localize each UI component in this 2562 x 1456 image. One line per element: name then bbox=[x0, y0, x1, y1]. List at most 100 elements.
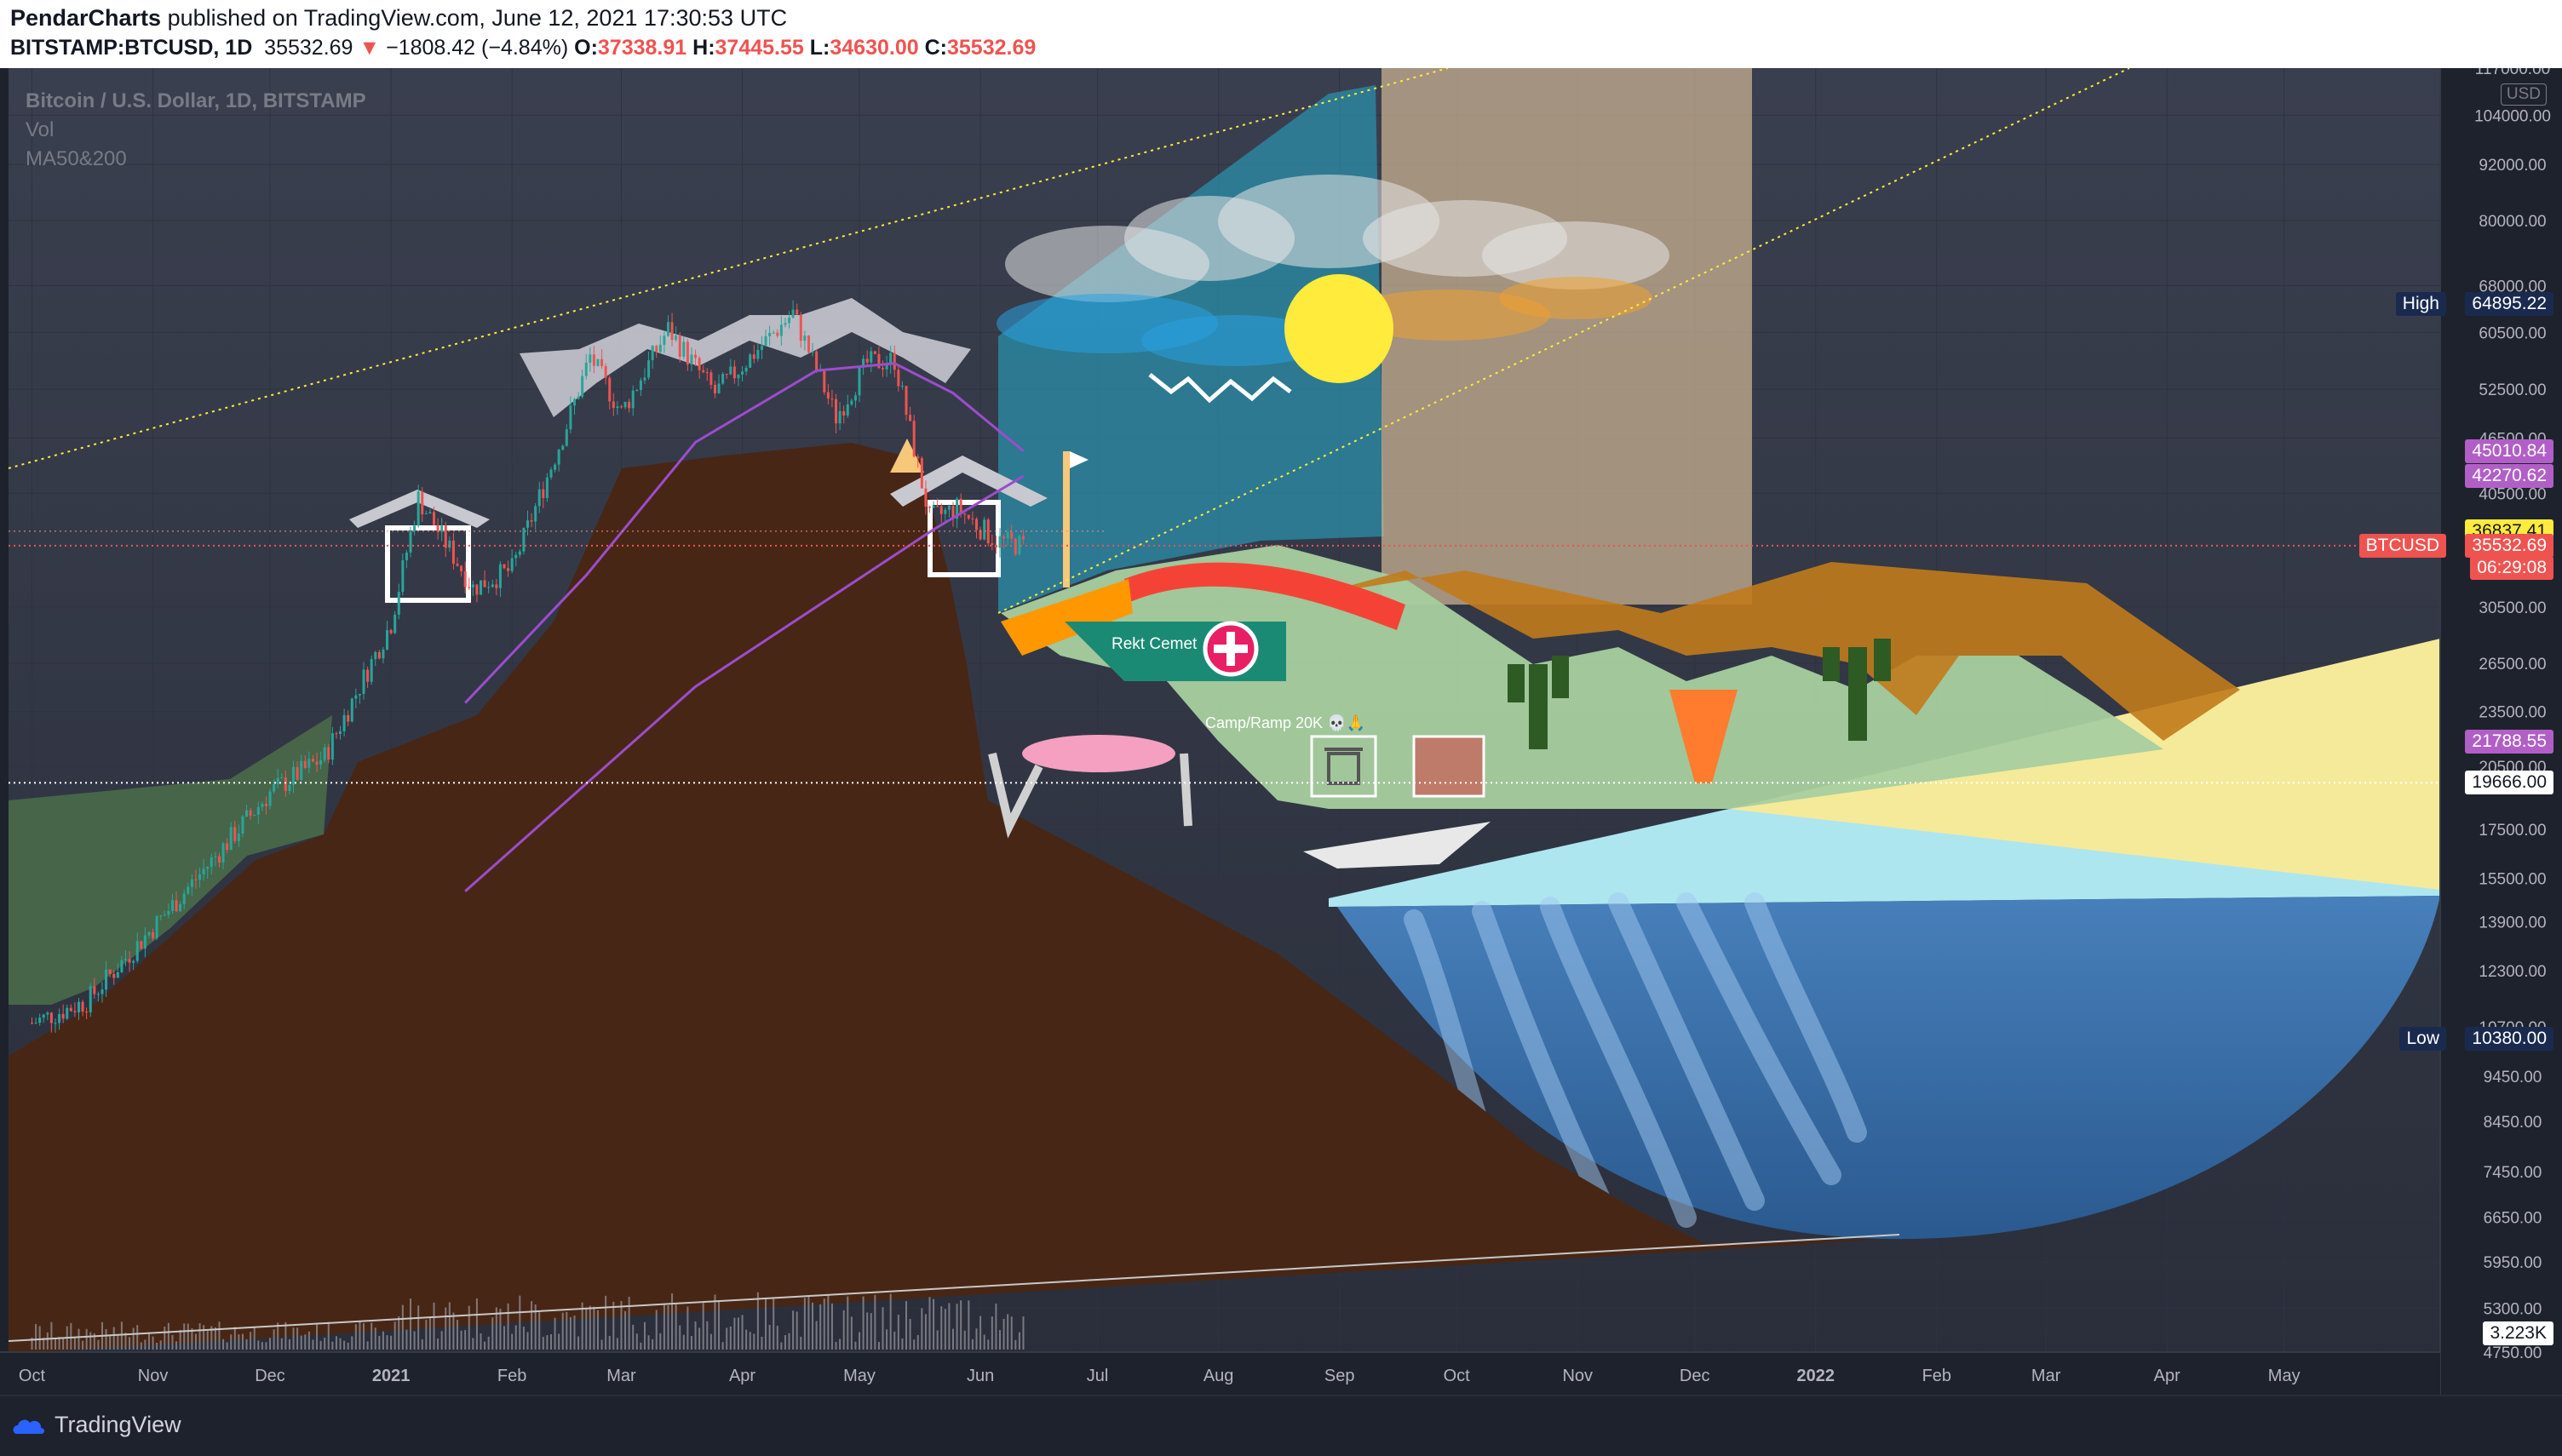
volume-bar bbox=[784, 1335, 786, 1350]
candle-body bbox=[221, 843, 225, 863]
candle-body bbox=[678, 335, 681, 357]
candle-body bbox=[725, 374, 728, 375]
volume-bar bbox=[238, 1334, 240, 1350]
candle-body bbox=[416, 491, 420, 526]
candle-body bbox=[101, 989, 104, 995]
volume-bar bbox=[167, 1322, 169, 1350]
candle-body bbox=[187, 886, 190, 894]
volume-bar bbox=[487, 1336, 490, 1350]
volume-bar bbox=[850, 1316, 853, 1350]
candle-body bbox=[424, 513, 428, 515]
candle-body bbox=[713, 384, 716, 393]
volume-bar bbox=[401, 1304, 404, 1350]
candle-body bbox=[175, 900, 178, 912]
candle-body bbox=[764, 335, 767, 347]
candle-body bbox=[475, 584, 479, 595]
price-tag-label-low: Low bbox=[2399, 1027, 2446, 1052]
volume-bar bbox=[979, 1316, 982, 1350]
candle-body bbox=[815, 351, 819, 371]
volume-bar bbox=[624, 1310, 627, 1350]
volume-bar bbox=[686, 1306, 689, 1350]
candle-body bbox=[96, 994, 100, 995]
volume-bar bbox=[265, 1342, 267, 1350]
candle-body bbox=[530, 520, 533, 522]
volume-bar bbox=[519, 1295, 521, 1350]
volume-bar bbox=[905, 1301, 908, 1350]
volume-bar bbox=[647, 1335, 650, 1350]
footer-brand: TradingView bbox=[55, 1412, 181, 1437]
candle-body bbox=[120, 960, 124, 972]
candle-body bbox=[796, 309, 799, 315]
volume-bar bbox=[522, 1327, 525, 1350]
volume-bar bbox=[511, 1333, 514, 1350]
legend-title[interactable]: Bitcoin / U.S. Dollar, 1D, BITSTAMP bbox=[26, 87, 366, 116]
volume-bar bbox=[549, 1334, 552, 1350]
candle-body bbox=[237, 834, 240, 841]
volume-bar bbox=[351, 1336, 353, 1350]
volume-bar bbox=[830, 1303, 833, 1350]
volume-bar bbox=[714, 1294, 716, 1350]
candle-body bbox=[198, 874, 202, 880]
legend-ma[interactable]: MA50&200 bbox=[26, 145, 366, 174]
volume-bar bbox=[319, 1340, 322, 1350]
y-tick-label: 104000.00 bbox=[2474, 107, 2551, 125]
volume-bar bbox=[877, 1342, 880, 1350]
volume-bar bbox=[452, 1312, 455, 1350]
candle-body bbox=[799, 314, 802, 341]
candle-body bbox=[542, 489, 545, 498]
volume-bar bbox=[440, 1331, 443, 1350]
candle-body bbox=[167, 910, 170, 915]
volume-bar bbox=[792, 1310, 795, 1350]
candle-body bbox=[468, 587, 471, 588]
volume-bar bbox=[726, 1327, 728, 1350]
volume-bar bbox=[616, 1338, 618, 1350]
volume-bar bbox=[640, 1342, 642, 1350]
candle-body bbox=[463, 571, 467, 588]
volume-bar bbox=[538, 1312, 541, 1350]
candle-body bbox=[686, 341, 689, 365]
high-label: H: bbox=[692, 36, 715, 60]
volume-bar bbox=[187, 1323, 189, 1350]
candle-body bbox=[66, 1007, 69, 1019]
candle-body bbox=[460, 565, 463, 572]
chart-area[interactable]: 117000.00 104000.00 92000.00 80000.00 68000.… bbox=[0, 60, 2562, 1395]
candle-body bbox=[451, 540, 455, 565]
volume-bar bbox=[991, 1316, 993, 1350]
candle-body bbox=[132, 960, 135, 963]
x-tick-label: Feb bbox=[497, 1367, 526, 1385]
candle-body bbox=[581, 375, 584, 398]
volume-bar bbox=[839, 1338, 842, 1350]
candle-body bbox=[893, 353, 896, 370]
volume-bar bbox=[38, 1326, 41, 1350]
candle-body bbox=[93, 986, 96, 995]
x-tick-label: Jul bbox=[1087, 1367, 1109, 1385]
volume-bar bbox=[956, 1304, 958, 1350]
tradingview-logo[interactable]: TradingView bbox=[12, 1412, 181, 1438]
volume-bar bbox=[175, 1341, 178, 1350]
candle-body bbox=[206, 867, 210, 869]
candle-body bbox=[510, 558, 514, 571]
candle-body bbox=[480, 580, 483, 595]
candle-body bbox=[623, 401, 627, 408]
volume-bar bbox=[292, 1327, 295, 1350]
volume-bar bbox=[698, 1327, 701, 1350]
volume-bar bbox=[745, 1329, 748, 1350]
volume-bar bbox=[773, 1298, 775, 1350]
symbol-label: BITSTAMP:BTCUSD, 1D bbox=[10, 36, 253, 60]
volume-bar bbox=[788, 1333, 790, 1350]
x-tick-label: Sep bbox=[1324, 1367, 1355, 1385]
legend-volume[interactable]: Vol bbox=[26, 116, 366, 145]
volume-bar bbox=[655, 1310, 658, 1350]
volume-bar bbox=[132, 1327, 135, 1350]
candle-body bbox=[873, 351, 876, 354]
volume-bar bbox=[620, 1301, 623, 1350]
candle-body bbox=[1002, 536, 1006, 539]
candle-body bbox=[268, 791, 272, 806]
author-name[interactable]: PendarCharts bbox=[10, 5, 161, 31]
candle-body bbox=[663, 335, 666, 345]
currency-badge[interactable]: USD bbox=[2500, 83, 2547, 106]
chart-svg[interactable]: 117000.00104000.0092000.0080000.0068000.… bbox=[0, 60, 2562, 1395]
candle-body bbox=[498, 564, 502, 588]
volume-bar bbox=[85, 1328, 88, 1350]
y-tick-label: 4750.00 bbox=[2484, 1344, 2542, 1362]
